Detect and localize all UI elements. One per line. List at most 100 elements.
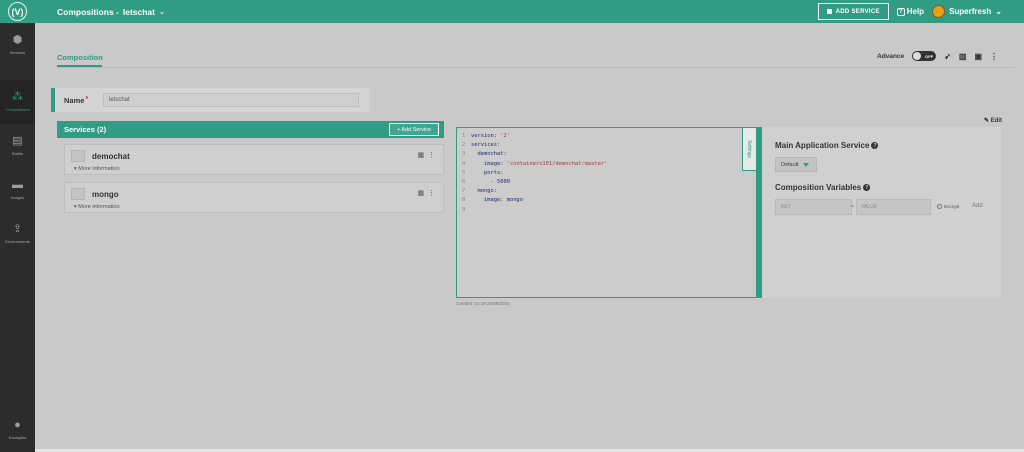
rocket-icon[interactable]: ➶ bbox=[944, 52, 951, 61]
sidebar-item-images[interactable]: ▬ Images bbox=[0, 168, 35, 212]
cube-icon: ⬢ bbox=[12, 34, 23, 46]
app-logo[interactable]: (V) bbox=[0, 0, 35, 23]
name-card: Name* letschat bbox=[51, 88, 369, 112]
more-vertical-icon[interactable]: ⋮ bbox=[990, 52, 998, 61]
variables-title: Composition Variables? bbox=[775, 183, 871, 192]
name-label: Name* bbox=[64, 95, 89, 105]
service-name: mongo bbox=[92, 190, 119, 199]
logo-icon: (V) bbox=[8, 2, 27, 21]
code-string: '2' bbox=[500, 133, 510, 139]
upload-icon: ⇪ bbox=[12, 223, 23, 235]
code-line: 7 mongo: bbox=[462, 187, 607, 196]
toggle-knob bbox=[913, 52, 922, 60]
user-name: Superfresh bbox=[949, 7, 992, 16]
breadcrumb: Compositions - letschat ⌄ bbox=[57, 7, 165, 17]
line-number: 3 bbox=[462, 151, 466, 158]
edit-label: Edit bbox=[990, 118, 1003, 124]
line-number: 1 bbox=[462, 133, 466, 139]
code-line: 5 ports: bbox=[462, 169, 607, 178]
divider bbox=[55, 67, 1015, 68]
code-key: version: bbox=[471, 133, 501, 139]
save-icon[interactable]: ▣ bbox=[974, 52, 982, 61]
code-key: ports: bbox=[471, 169, 504, 176]
code-string: 'containers101/demochat:master' bbox=[506, 160, 608, 167]
sidebar-item-label: Builds bbox=[12, 151, 23, 156]
variable-value-input[interactable]: VALUE bbox=[856, 199, 931, 215]
tab-bar: Composition Advance OFF ➶ ▥ ▣ ⋮ bbox=[35, 23, 1024, 68]
compositions-icon: ⁂ bbox=[12, 91, 23, 103]
trash-icon[interactable]: ▥ bbox=[959, 52, 967, 61]
name-input[interactable]: letschat bbox=[103, 93, 359, 107]
add-service-inline-button[interactable]: + Add Service bbox=[389, 123, 439, 136]
top-bar: (V) Compositions - letschat ⌄ ▦ ADD SERV… bbox=[0, 0, 1024, 23]
sidebar-item-label: Images bbox=[10, 195, 25, 200]
line-number: 8 bbox=[462, 197, 466, 204]
pencil-icon: ✎ bbox=[984, 118, 990, 124]
disk-icon: ▬ bbox=[12, 179, 23, 191]
more-information-link[interactable]: ▾ More information bbox=[74, 204, 120, 210]
caret-down-icon bbox=[803, 162, 810, 167]
variable-key-input[interactable]: KEY bbox=[775, 199, 852, 215]
sidebar-item-label: Compositions bbox=[5, 107, 30, 112]
line-number: 5 bbox=[462, 169, 466, 176]
sidebar-item-examples[interactable]: ● Examples bbox=[0, 408, 35, 452]
services-header: Services (2) + Add Service bbox=[57, 121, 444, 138]
service-menu-icon[interactable]: ▦ ⋮ bbox=[417, 189, 436, 197]
composition-toolbar: Advance OFF ➶ ▥ ▣ ⋮ bbox=[877, 51, 998, 61]
yaml-editor[interactable]: 1 version: '2' 2 services: 3 demochat: 4 imag… bbox=[456, 127, 762, 298]
code-lines: 1 version: '2' 2 services: 3 demochat: 4 imag… bbox=[462, 132, 607, 215]
help-link[interactable]: ? Help bbox=[896, 7, 925, 16]
settings-panel: Main Application Service? Default Compos… bbox=[762, 127, 1001, 298]
info-icon[interactable]: ? bbox=[871, 142, 879, 150]
sidebar-item-label: Environments bbox=[5, 239, 30, 244]
main-service-select[interactable]: Default bbox=[775, 157, 817, 172]
sidebar-item-builds[interactable]: ▤ Builds bbox=[0, 124, 35, 168]
bulb-icon: ● bbox=[14, 419, 21, 431]
edit-link[interactable]: ✎ Edit bbox=[984, 117, 1002, 124]
settings-tab-label: Settings bbox=[746, 139, 753, 159]
sidebar-item-environments[interactable]: ⇪ Environments bbox=[0, 212, 35, 256]
encrypt-radio[interactable] bbox=[937, 204, 942, 209]
chevron-down-icon[interactable]: ⌄ bbox=[159, 8, 165, 16]
service-menu-icon[interactable]: ▦ ⋮ bbox=[417, 151, 436, 159]
top-actions: ▦ ADD SERVICE ? Help Superfresh ⌄ bbox=[817, 2, 1002, 21]
breadcrumb-item[interactable]: letschat bbox=[123, 7, 155, 17]
code-key: - 5000 bbox=[471, 179, 510, 186]
line-number: 2 bbox=[462, 142, 466, 149]
help-icon: ? bbox=[896, 7, 905, 16]
breadcrumb-section[interactable]: Compositions - bbox=[57, 7, 119, 17]
tab-composition[interactable]: Composition bbox=[57, 53, 103, 62]
code-key: mongo: bbox=[471, 188, 497, 195]
code-line: 3 demochat: bbox=[462, 150, 607, 159]
code-key: image: mongo bbox=[471, 197, 523, 204]
advance-toggle[interactable]: OFF bbox=[912, 51, 937, 61]
code-line: 4 image: 'containers101/demochat:master' bbox=[462, 160, 607, 169]
encrypt-option[interactable]: Encrypt bbox=[937, 204, 959, 209]
advance-label: Advance bbox=[877, 52, 905, 60]
service-card[interactable]: demochat ▦ ⋮ ▾ More information bbox=[64, 144, 444, 175]
service-name: demochat bbox=[92, 152, 130, 161]
settings-tab[interactable]: Settings bbox=[742, 127, 757, 171]
avatar bbox=[932, 5, 946, 18]
more-information-link[interactable]: ▾ More information bbox=[74, 166, 120, 172]
user-menu[interactable]: Superfresh ⌄ bbox=[932, 5, 1002, 18]
service-image-icon bbox=[71, 188, 85, 200]
code-key: image: bbox=[471, 160, 507, 167]
document-icon: ▤ bbox=[12, 135, 23, 147]
sidebar-item-services[interactable]: ⬢ Services bbox=[0, 23, 35, 67]
add-service-button[interactable]: ▦ ADD SERVICE bbox=[817, 3, 889, 20]
service-card[interactable]: mongo ▦ ⋮ ▾ More information bbox=[64, 182, 444, 213]
main-service-title: Main Application Service? bbox=[775, 141, 879, 150]
help-label: Help bbox=[906, 7, 925, 16]
sidebar-item-compositions[interactable]: ⁂ Compositions bbox=[0, 80, 35, 124]
code-key: services: bbox=[471, 142, 501, 149]
line-number: 9 bbox=[462, 206, 466, 213]
info-icon[interactable]: ? bbox=[863, 184, 871, 192]
code-key: demochat: bbox=[471, 151, 507, 158]
line-number: 6 bbox=[462, 179, 466, 186]
encrypt-label: Encrypt bbox=[944, 204, 960, 209]
sidebar-item-label: Services bbox=[9, 50, 26, 55]
select-value: Default bbox=[781, 161, 799, 168]
add-variable-button[interactable]: Add bbox=[972, 203, 983, 209]
chevron-down-icon: ⌄ bbox=[995, 7, 1002, 16]
